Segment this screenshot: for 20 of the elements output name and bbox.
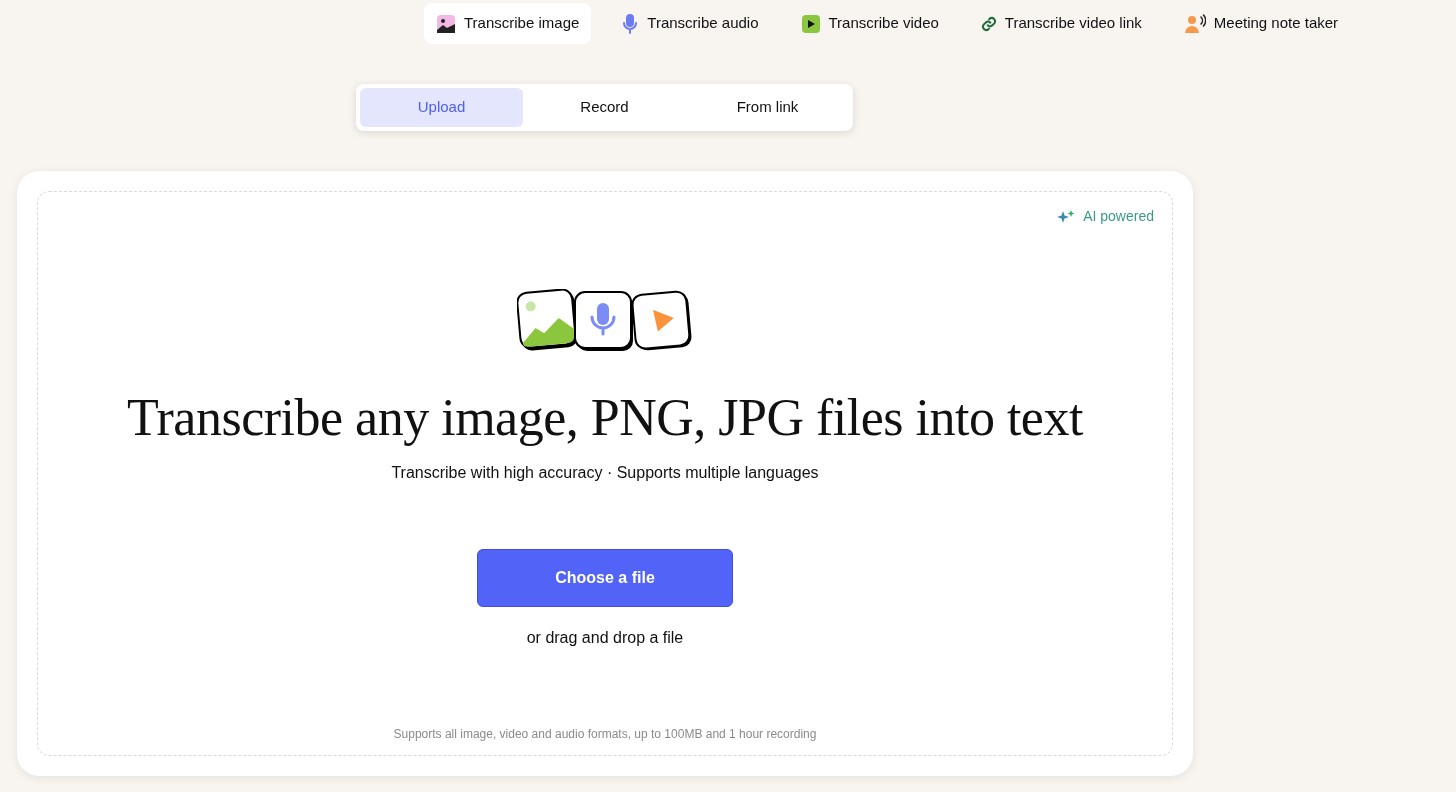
page-heading: Transcribe any image, PNG, JPG files into text xyxy=(127,388,1083,448)
subheading: Transcribe with high accuracy · Supports multiple languages xyxy=(391,463,819,484)
microphone-icon xyxy=(621,13,640,34)
link-icon xyxy=(980,15,997,32)
tab[interactable]: Upload xyxy=(360,88,523,127)
sparkle-icon xyxy=(1057,209,1076,224)
nav-link[interactable]: Meeting note taker xyxy=(1171,3,1351,44)
nav-link[interactable]: Transcribe audio xyxy=(609,3,771,44)
nav-link[interactable]: Transcribe video link xyxy=(968,3,1154,44)
tab[interactable]: Record xyxy=(523,88,686,127)
play-icon xyxy=(800,13,821,34)
speaking-person-icon xyxy=(1183,13,1206,34)
choose-file-button[interactable]: Choose a file xyxy=(477,549,733,608)
drag-drop-hint: or drag and drop a file xyxy=(526,628,684,649)
nav-link[interactable]: Transcribe image xyxy=(424,3,592,44)
picture-icon xyxy=(436,13,456,34)
upload-limits-note: Supports all image, video and audio formats, up to 100MB and 1 hour recording xyxy=(393,726,817,743)
tab[interactable]: From link xyxy=(686,88,849,127)
ai-powered-label: AI powered xyxy=(1083,207,1154,226)
nav-link[interactable]: Transcribe video xyxy=(788,3,951,44)
